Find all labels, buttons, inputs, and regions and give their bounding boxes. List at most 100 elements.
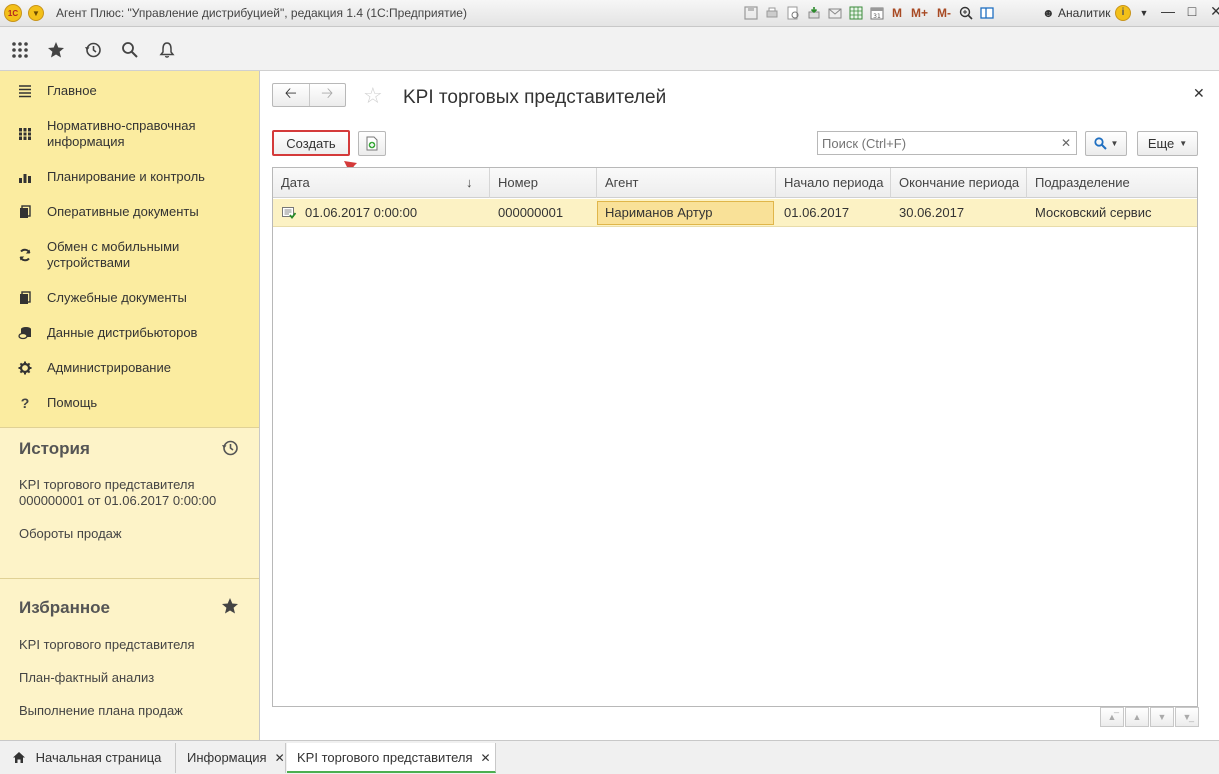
app-logo-icon[interactable]: 1С bbox=[4, 4, 22, 22]
sidebar-item-main[interactable]: Главное bbox=[0, 83, 258, 105]
sidebar-item-label: Служебные документы bbox=[47, 290, 187, 305]
mail-icon[interactable] bbox=[826, 4, 844, 22]
sidebar-item-administration[interactable]: Администрирование bbox=[0, 360, 258, 382]
close-window-icon[interactable]: ✕ bbox=[1208, 3, 1219, 23]
sidebar-item-label: Главное bbox=[47, 83, 97, 98]
chevron-down-icon: ▼ bbox=[1179, 139, 1188, 148]
close-form-icon[interactable]: ✕ bbox=[1193, 85, 1205, 102]
find-button[interactable]: ▼ bbox=[1085, 131, 1127, 156]
zoom-icon[interactable] bbox=[957, 4, 975, 22]
more-label: Еще bbox=[1147, 136, 1175, 151]
favorites-link[interactable]: Выполнение плана продаж bbox=[19, 703, 249, 719]
back-arrow-icon[interactable]: 🡠 bbox=[273, 84, 309, 106]
sidebar-item-distributor-data[interactable]: Данные дистрибьюторов bbox=[0, 325, 258, 347]
sidebar-item-reference-info[interactable]: Нормативно-справочная информация bbox=[0, 118, 258, 152]
history-icon[interactable] bbox=[220, 438, 240, 458]
posted-document-icon bbox=[282, 207, 296, 219]
add-to-favorites-star-icon[interactable]: ☆ bbox=[363, 83, 383, 109]
sidebar-item-operative-docs[interactable]: Оперативные документы bbox=[0, 204, 258, 226]
scroll-top-icon[interactable]: ▲̅ bbox=[1100, 707, 1124, 727]
column-header-date[interactable]: Дата ↓ bbox=[273, 168, 490, 198]
all-functions-grid-icon[interactable] bbox=[9, 39, 31, 61]
sidebar-item-mobile-exchange[interactable]: Обмен с мобильными устройствами bbox=[0, 239, 258, 273]
sync-icon bbox=[17, 247, 33, 263]
form-area: 🡠 🡢 ☆ KPI торговых представителей ✕ Созд… bbox=[260, 71, 1219, 740]
close-tab-icon[interactable]: ✕ bbox=[481, 751, 491, 765]
page-title: KPI торговых представителей bbox=[403, 87, 667, 108]
scroll-down-icon[interactable]: ▼ bbox=[1150, 707, 1174, 727]
panels-icon[interactable] bbox=[978, 4, 996, 22]
cell-period-end: 30.06.2017 bbox=[899, 205, 965, 220]
sidebar-item-planning[interactable]: Планирование и контроль bbox=[0, 169, 258, 191]
search-clear-icon[interactable]: ✕ bbox=[1056, 131, 1077, 155]
history-link[interactable]: Обороты продаж bbox=[19, 526, 249, 542]
dropdown-caret-icon[interactable]: ▼ bbox=[1136, 3, 1152, 23]
sidebar-item-help[interactable]: ? Помощь bbox=[0, 395, 258, 417]
search-icon[interactable] bbox=[119, 39, 141, 61]
cell-agent[interactable]: Нариманов Артур bbox=[597, 201, 774, 225]
spreadsheet-icon[interactable] bbox=[847, 4, 865, 22]
scroll-up-icon[interactable]: ▲ bbox=[1125, 707, 1149, 727]
forward-arrow-icon[interactable]: 🡢 bbox=[308, 84, 346, 106]
favorites-link[interactable]: План-фактный анализ bbox=[19, 670, 249, 686]
search-input[interactable] bbox=[817, 131, 1057, 155]
maximize-icon[interactable]: □ bbox=[1184, 3, 1200, 23]
preview-icon[interactable] bbox=[784, 4, 802, 22]
navigation-toolbar bbox=[0, 27, 1219, 71]
tab-information[interactable]: Информация ✕ bbox=[176, 743, 286, 773]
history-title: История bbox=[19, 439, 90, 458]
table-scroll-controls: ▲̅ ▲ ▼ ▼̲ bbox=[1100, 707, 1199, 727]
table-row[interactable]: 01.06.2017 0:00:00 000000001 Нариманов А… bbox=[273, 199, 1197, 227]
calendar-icon[interactable]: 31 bbox=[868, 4, 886, 22]
window-controls: ▼ — □ ✕ bbox=[1136, 3, 1219, 23]
home-icon bbox=[12, 745, 26, 774]
scroll-bottom-icon[interactable]: ▼̲ bbox=[1175, 707, 1199, 727]
window-toolbar: 31 M M+ M- bbox=[742, 4, 996, 22]
history-link[interactable]: KPI торгового представителя 000000001 от… bbox=[19, 477, 249, 509]
user-icon: ☻ bbox=[1042, 6, 1055, 20]
close-tab-icon[interactable]: ✕ bbox=[275, 751, 285, 765]
cell-division: Московский сервис bbox=[1035, 205, 1152, 220]
create-button[interactable]: Создать bbox=[272, 130, 350, 156]
sidebar-item-label: Администрирование bbox=[47, 360, 171, 375]
print-icon[interactable] bbox=[763, 4, 781, 22]
documents-icon bbox=[17, 204, 33, 220]
tab-kpi-document[interactable]: KPI торгового представителя ✕ bbox=[287, 743, 496, 773]
sidebar-item-service-docs[interactable]: Служебные документы bbox=[0, 290, 258, 312]
column-header-agent[interactable]: Агент bbox=[597, 168, 776, 198]
table-header: Дата ↓ Номер Агент Начало периода Оконча… bbox=[273, 168, 1197, 198]
sidebar-item-label: Обмен с мобильными устройствами bbox=[47, 239, 180, 270]
favorites-title: Избранное bbox=[19, 598, 110, 617]
column-header-number[interactable]: Номер bbox=[490, 168, 597, 198]
minimize-icon[interactable]: — bbox=[1160, 3, 1176, 23]
favorites-link[interactable]: KPI торгового представителя bbox=[19, 637, 249, 653]
column-header-period-end[interactable]: Окончание периода bbox=[891, 168, 1027, 198]
tab-home[interactable]: Начальная страница bbox=[0, 743, 176, 773]
history-icon[interactable] bbox=[82, 39, 104, 61]
column-header-period-start[interactable]: Начало периода bbox=[776, 168, 891, 198]
favorites-panel: Избранное KPI торгового представителя Пл… bbox=[0, 578, 259, 740]
title-bar: 1С ▼ Агент Плюс: "Управление дистрибуцие… bbox=[0, 0, 1219, 27]
notifications-bell-icon[interactable] bbox=[156, 39, 178, 61]
favorites-star-icon[interactable] bbox=[220, 596, 240, 616]
info-icon[interactable]: i bbox=[1115, 5, 1131, 21]
save-icon[interactable] bbox=[742, 4, 760, 22]
chevron-down-icon: ▼ bbox=[1110, 139, 1119, 148]
cell-date: 01.06.2017 0:00:00 bbox=[305, 205, 418, 220]
memory-plus-button[interactable]: M+ bbox=[908, 4, 931, 22]
column-header-division[interactable]: Подразделение bbox=[1027, 168, 1197, 198]
window-title: Агент Плюс: "Управление дистрибуцией", р… bbox=[56, 6, 467, 20]
bar-chart-icon bbox=[17, 169, 33, 185]
memory-m-button[interactable]: M bbox=[889, 4, 905, 22]
cell-period-start: 01.06.2017 bbox=[784, 205, 850, 220]
favorites-star-icon[interactable] bbox=[45, 39, 67, 61]
more-button[interactable]: Еще ▼ bbox=[1137, 131, 1198, 156]
copy-button[interactable] bbox=[358, 131, 386, 156]
copy-document-icon bbox=[366, 136, 378, 151]
main-menu-dropdown-icon[interactable]: ▼ bbox=[28, 5, 44, 21]
load-icon[interactable] bbox=[805, 4, 823, 22]
gear-icon bbox=[17, 360, 33, 376]
memory-minus-button[interactable]: M- bbox=[934, 4, 954, 22]
documents-table: Дата ↓ Номер Агент Начало периода Оконча… bbox=[272, 167, 1198, 707]
current-user[interactable]: ☻ Аналитик bbox=[1042, 6, 1110, 20]
